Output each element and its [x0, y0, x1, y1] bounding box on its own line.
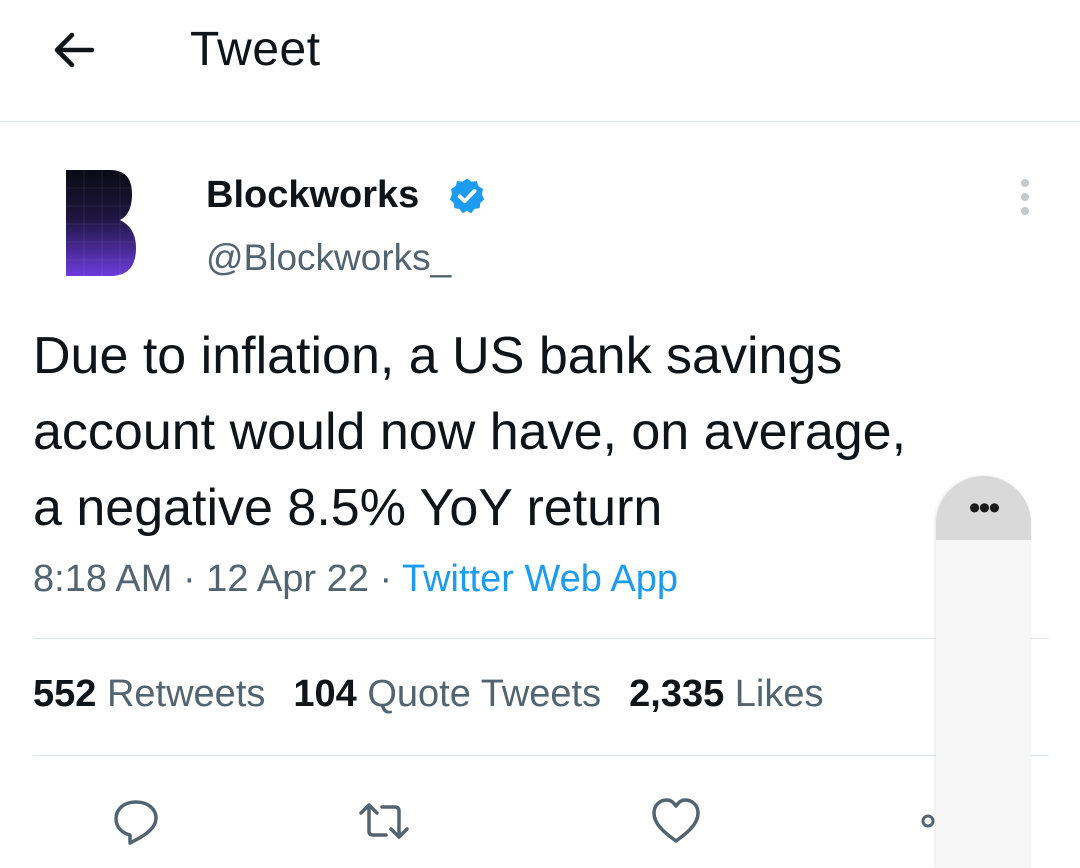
quote-tweets-stat[interactable]: 104 Quote Tweets: [293, 673, 601, 715]
heart-icon: [652, 798, 700, 843]
likes-stat[interactable]: 2,335 Likes: [629, 673, 823, 715]
arrow-left-icon: [54, 32, 95, 68]
divider: [33, 638, 1049, 639]
retweets-count: 552: [33, 673, 97, 715]
like-button[interactable]: [650, 795, 702, 847]
verified-badge-icon: [449, 178, 485, 214]
retweets-stat[interactable]: 552 Retweets: [33, 673, 265, 715]
author-handle[interactable]: @Blockworks_: [206, 237, 451, 279]
top-bar: Tweet: [0, 0, 1080, 122]
tweet-time[interactable]: 8:18 AM: [33, 558, 172, 600]
retweets-label: Retweets: [106, 673, 266, 715]
retweet-icon: [359, 803, 409, 839]
tweet-text: Due to inflation, a US bank savings acco…: [33, 318, 1063, 546]
engagement-stats: 552 Retweets 104 Quote Tweets 2,335 Likes: [33, 673, 852, 716]
more-vertical-icon: [1021, 179, 1029, 215]
reply-button[interactable]: [110, 795, 162, 847]
tweet-text-line: account would now have, on average,: [33, 403, 907, 461]
likes-count: 2,335: [629, 673, 725, 715]
back-button[interactable]: [48, 26, 100, 74]
likes-label: Likes: [734, 673, 824, 715]
more-horizontal-icon: •••: [968, 489, 1001, 527]
blockworks-logo: [66, 170, 136, 276]
meta-separator: ·: [172, 558, 207, 600]
author-name[interactable]: Blockworks: [206, 174, 419, 217]
tweet-source-link[interactable]: Twitter Web App: [402, 558, 678, 600]
tweet-date[interactable]: 12 Apr 22: [206, 558, 369, 600]
tweet-text-line: Due to inflation, a US bank savings: [33, 327, 843, 385]
divider: [33, 755, 1049, 756]
reply-icon: [114, 800, 158, 845]
quote-tweets-count: 104: [293, 673, 357, 715]
page-title: Tweet: [190, 23, 321, 76]
tweet-text-line: a negative 8.5% YoY return: [33, 479, 663, 537]
more-options-button[interactable]: [1005, 175, 1045, 220]
avatar[interactable]: [66, 170, 136, 276]
retweet-button[interactable]: [358, 795, 410, 847]
floating-side-panel: •••: [936, 476, 1031, 868]
tweet-meta: 8:18 AM · 12 Apr 22 · Twitter Web App: [33, 558, 678, 601]
quote-tweets-label: Quote Tweets: [367, 673, 602, 715]
meta-separator: ·: [368, 558, 402, 600]
